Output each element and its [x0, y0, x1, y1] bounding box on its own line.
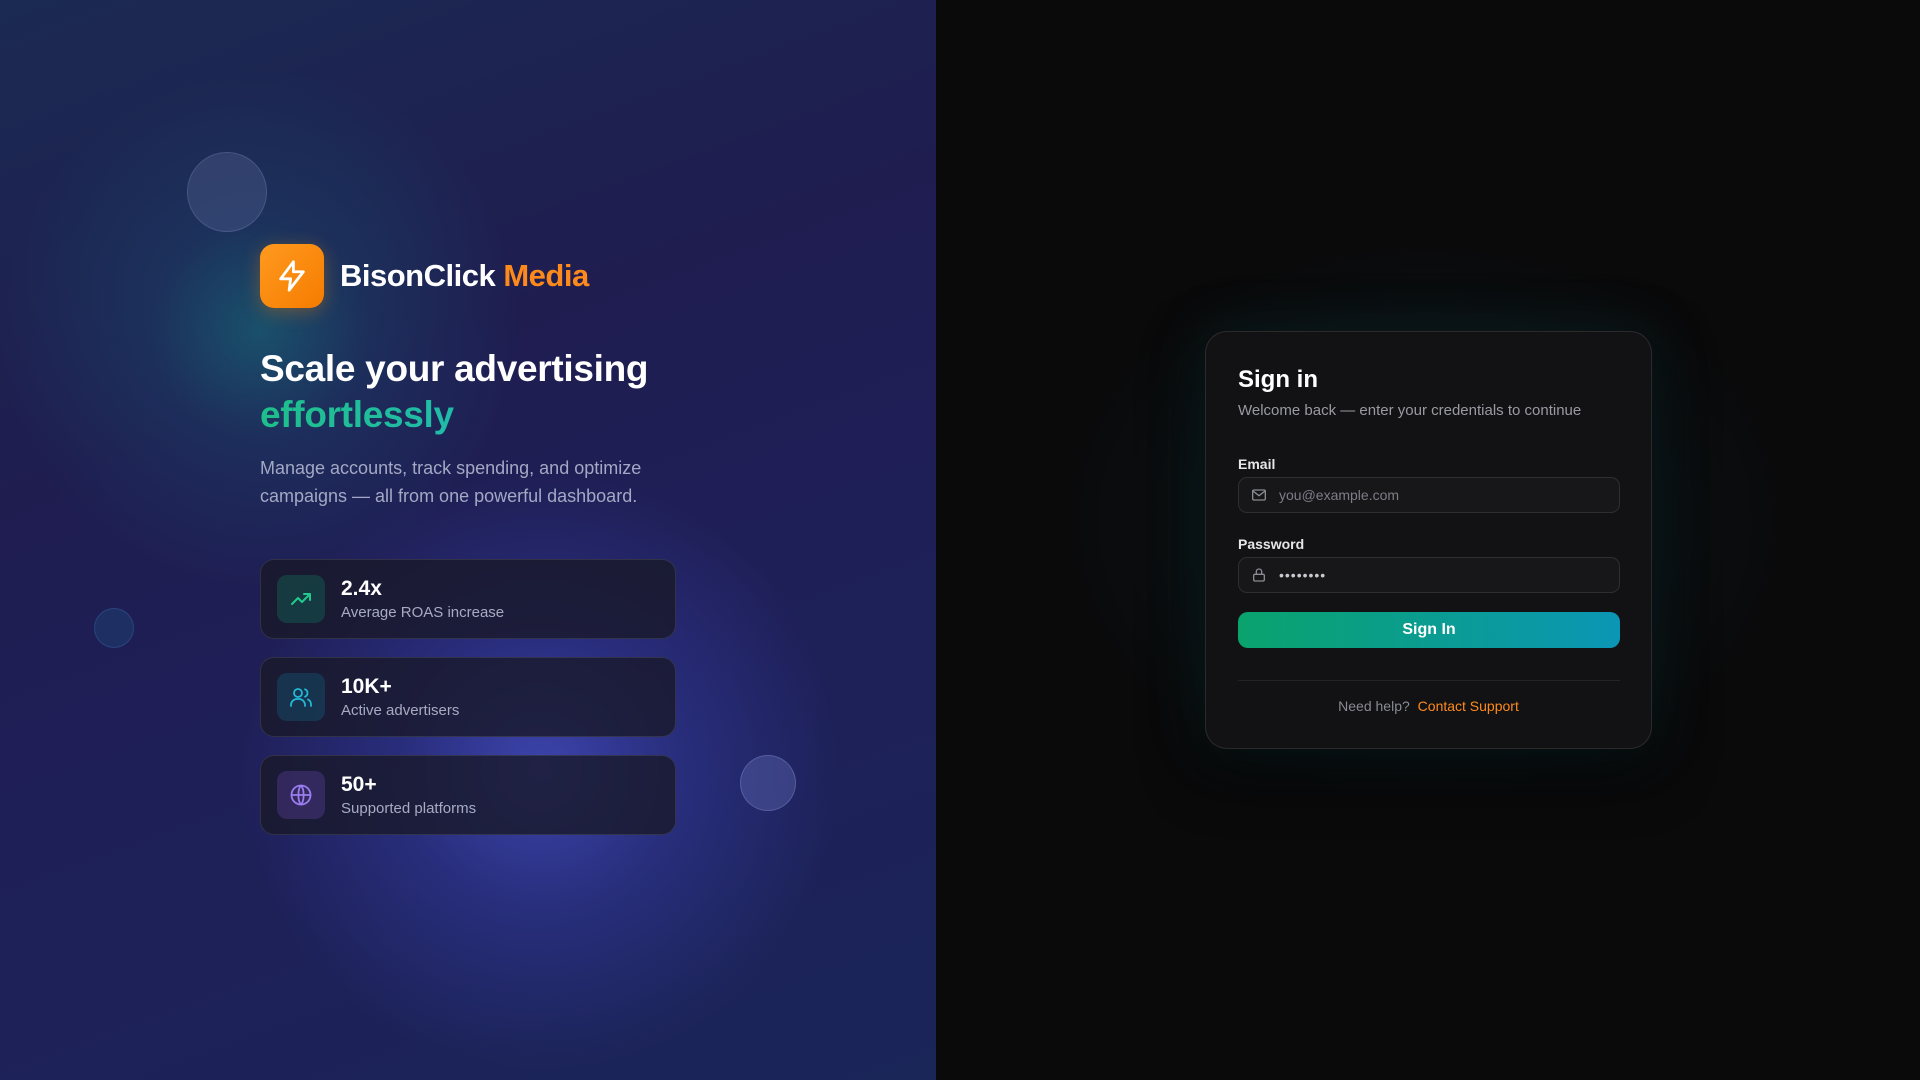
- lock-icon: [1251, 567, 1267, 583]
- decorative-circle: [187, 152, 267, 232]
- password-field-wrapper[interactable]: [1238, 557, 1620, 593]
- headline-text: Scale your advertising: [260, 348, 649, 389]
- stat-value: 50+: [341, 773, 377, 796]
- email-input[interactable]: [1279, 478, 1609, 512]
- stat-label: Active advertisers: [341, 702, 460, 719]
- password-input[interactable]: [1279, 558, 1609, 592]
- stat-label: Supported platforms: [341, 800, 477, 817]
- lightning-bolt-icon: [260, 244, 324, 308]
- users-icon: [277, 673, 325, 721]
- brand-name-accent: Media: [503, 258, 589, 293]
- stat-value: 2.4x: [341, 577, 382, 600]
- contact-support-link[interactable]: Contact Support: [1418, 698, 1519, 714]
- brand-name: BisonClick Media: [340, 258, 589, 294]
- mail-icon: [1251, 487, 1267, 503]
- decorative-circle: [94, 608, 134, 648]
- signin-card: Sign in Welcome back — enter your creden…: [1205, 331, 1652, 749]
- signin-title: Sign in: [1238, 366, 1318, 393]
- decorative-circle: [740, 755, 796, 811]
- stat-value: 10K+: [341, 675, 392, 698]
- divider: [1238, 680, 1620, 681]
- hero-subtext: Manage accounts, track spending, and opt…: [260, 458, 642, 506]
- help-text: Need help?: [1338, 698, 1410, 714]
- hero-headline: Scale your advertising effortlessly: [260, 346, 649, 438]
- signin-subtitle: Welcome back — enter your credentials to…: [1238, 402, 1582, 419]
- brand-name-primary: BisonClick: [340, 258, 496, 293]
- stat-card-roas: 2.4x Average ROAS increase: [260, 559, 676, 639]
- email-field-wrapper[interactable]: [1238, 477, 1620, 513]
- stat-label: Average ROAS increase: [341, 604, 505, 621]
- globe-icon: [277, 771, 325, 819]
- brand: BisonClick Media: [260, 244, 589, 308]
- stat-card-advertisers: 10K+ Active advertisers: [260, 657, 676, 737]
- sign-in-button[interactable]: Sign In: [1238, 612, 1620, 648]
- marketing-panel: BisonClick Media Scale your advertising …: [0, 0, 936, 1080]
- trending-up-icon: [277, 575, 325, 623]
- headline-accent: effortlessly: [260, 392, 648, 438]
- help-line: Need help? Contact Support: [1206, 698, 1651, 714]
- stat-card-platforms: 50+ Supported platforms: [260, 755, 676, 835]
- email-label: Email: [1238, 456, 1276, 472]
- password-label: Password: [1238, 536, 1305, 552]
